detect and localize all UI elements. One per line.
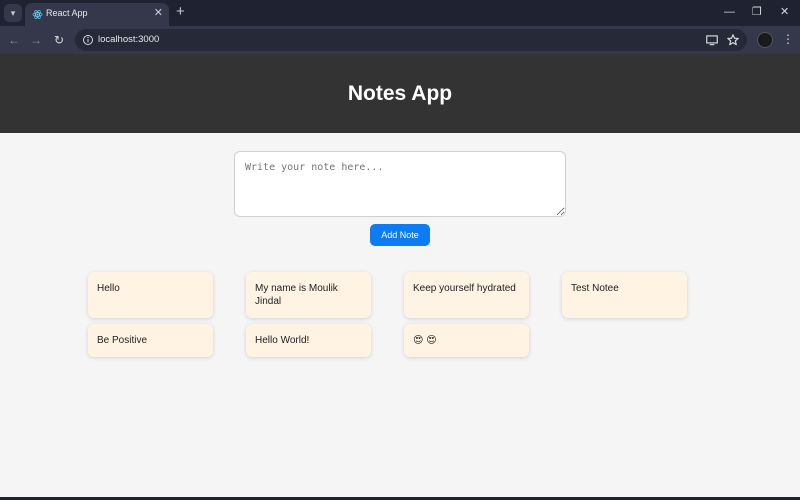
- url-text: localhost:3000: [98, 34, 160, 45]
- app-header: Notes App: [0, 54, 800, 133]
- note-card: 😍 😍: [404, 324, 529, 357]
- note-card: Be Positive: [88, 324, 213, 357]
- note-card: Test Notee: [562, 272, 687, 318]
- tab-title: React App: [46, 8, 88, 18]
- restore-icon[interactable]: ❐: [752, 4, 762, 20]
- tab-search-button[interactable]: ▾: [4, 4, 22, 22]
- page-title: Notes App: [347, 81, 453, 105]
- note-card: My name is Moulik Jindal: [246, 272, 371, 318]
- site-info-icon[interactable]: [82, 34, 94, 46]
- install-app-icon[interactable]: [705, 33, 719, 47]
- note-card: Hello World!: [246, 324, 371, 357]
- note-input[interactable]: [234, 151, 566, 217]
- add-note-button[interactable]: Add Note: [370, 224, 430, 246]
- close-tab-icon[interactable]: ✕: [154, 6, 163, 21]
- browser-toolbar: ← → ↻ localhost:3000 ⋮: [0, 26, 800, 54]
- notes-list: Hello My name is Moulik Jindal Keep your…: [88, 272, 687, 357]
- close-window-icon[interactable]: ✕: [780, 4, 789, 20]
- browser-tabbar: ▾ React App ✕ + — ❐ ✕: [0, 0, 800, 26]
- forward-icon[interactable]: →: [28, 32, 44, 48]
- bookmark-star-icon[interactable]: [726, 33, 740, 47]
- note-card: Keep yourself hydrated: [404, 272, 529, 318]
- minimize-icon[interactable]: —: [724, 4, 735, 20]
- back-icon[interactable]: ←: [6, 32, 22, 48]
- reload-icon[interactable]: ↻: [51, 32, 67, 48]
- browser-menu-icon[interactable]: ⋮: [782, 32, 794, 46]
- browser-tab-active[interactable]: React App ✕: [25, 3, 169, 26]
- note-card: Hello: [88, 272, 213, 318]
- profile-avatar[interactable]: [757, 32, 773, 48]
- address-bar[interactable]: localhost:3000: [75, 29, 747, 51]
- react-logo-icon: [32, 10, 43, 19]
- new-tab-icon[interactable]: +: [176, 4, 185, 20]
